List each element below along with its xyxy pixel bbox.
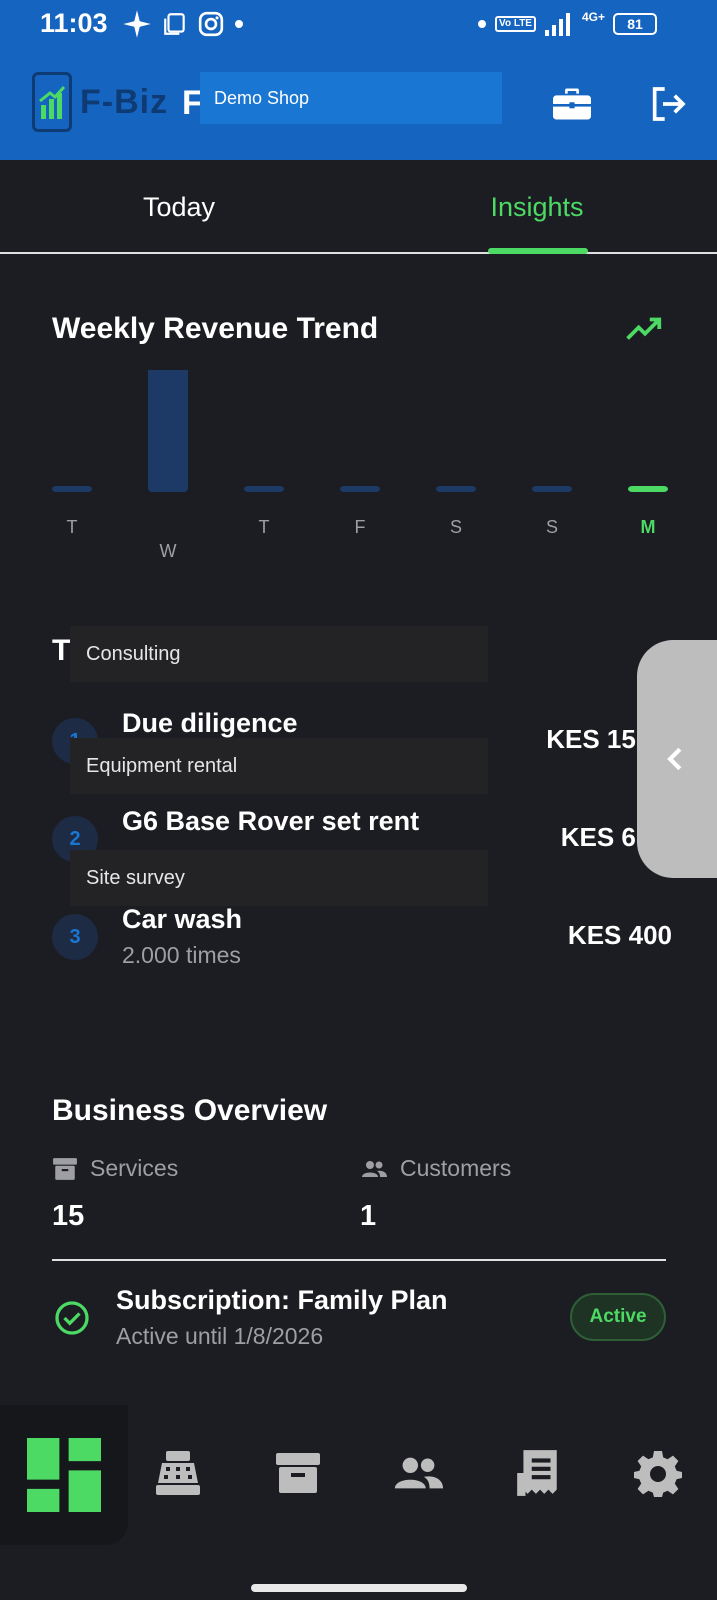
tab-today[interactable]: Today bbox=[0, 160, 358, 254]
instagram-icon bbox=[198, 11, 224, 37]
dropdown-option-consulting[interactable]: Consulting bbox=[70, 626, 488, 682]
subscription-expiry: Active until 1/8/2026 bbox=[116, 1323, 324, 1349]
sparkle-icon bbox=[123, 10, 151, 38]
service-name: Car wash bbox=[122, 904, 243, 934]
dot-icon bbox=[478, 20, 487, 28]
customers-count: 1 bbox=[360, 1200, 377, 1232]
chart-tick-label: W bbox=[160, 541, 177, 561]
chart-bar bbox=[532, 486, 572, 492]
nav-receipts[interactable] bbox=[506, 1441, 570, 1505]
chevron-left-icon bbox=[667, 747, 682, 771]
app-header: 11:03 Vo LTE 4G+ 81 F-Biz F Demo Shop bbox=[0, 0, 717, 160]
battery-icon: 81 bbox=[613, 13, 657, 35]
chart-tick-label: F bbox=[355, 517, 366, 537]
app-logo: F-Biz bbox=[32, 72, 168, 132]
top-services-title: T bbox=[52, 634, 71, 667]
people-icon bbox=[362, 1160, 387, 1177]
chart-bar bbox=[628, 486, 668, 492]
status-badge: Active bbox=[570, 1293, 666, 1341]
signal-icon bbox=[544, 13, 570, 36]
chart-bar bbox=[52, 486, 92, 492]
chart-tick-label: T bbox=[259, 517, 270, 537]
logout-button[interactable] bbox=[644, 80, 692, 128]
dot-icon bbox=[235, 20, 243, 28]
nav-settings[interactable] bbox=[626, 1441, 690, 1505]
briefcase-icon bbox=[553, 88, 591, 120]
services-label: Services bbox=[90, 1155, 179, 1181]
people-icon bbox=[394, 1457, 444, 1489]
chart-tick-label: S bbox=[450, 517, 462, 537]
service-amount: KES 400 bbox=[567, 920, 672, 950]
nav-dashboard[interactable] bbox=[0, 1405, 128, 1545]
service-name: G6 Base Rover set rent bbox=[122, 806, 420, 836]
nav-pos[interactable] bbox=[146, 1441, 210, 1505]
business-button[interactable] bbox=[548, 80, 596, 128]
shop-selector[interactable]: Demo Shop bbox=[200, 72, 502, 124]
chart-bar bbox=[244, 486, 284, 492]
bottom-nav bbox=[0, 1405, 717, 1555]
check-circle-icon bbox=[55, 1301, 89, 1335]
gear-icon bbox=[634, 1451, 682, 1497]
tab-indicator bbox=[488, 248, 588, 254]
services-count: 15 bbox=[52, 1200, 85, 1232]
chart-bar bbox=[436, 486, 476, 492]
dashboard-icon bbox=[27, 1438, 101, 1512]
service-count: 2.000 times bbox=[122, 942, 241, 968]
cash-register-icon bbox=[156, 1451, 200, 1495]
volte-badge: Vo LTE bbox=[495, 16, 536, 32]
dropdown-option-equipment-rental[interactable]: Equipment rental bbox=[70, 738, 488, 794]
copy-icon bbox=[164, 13, 185, 35]
customers-label: Customers bbox=[400, 1155, 512, 1181]
tab-bar: Today Insights bbox=[0, 160, 717, 254]
archive-icon bbox=[276, 1453, 320, 1493]
chart-bar bbox=[148, 370, 188, 492]
archive-icon bbox=[53, 1157, 77, 1180]
chart-tick-label: T bbox=[67, 517, 78, 537]
chart-tick-label: S bbox=[546, 517, 558, 537]
side-panel-handle[interactable] bbox=[637, 640, 717, 878]
divider bbox=[52, 1259, 666, 1261]
logout-icon bbox=[652, 87, 686, 121]
status-bar: 11:03 Vo LTE 4G+ 81 bbox=[0, 0, 717, 48]
home-indicator[interactable] bbox=[251, 1584, 467, 1592]
rank-badge: 3 bbox=[52, 914, 98, 960]
list-item[interactable]: 3 Car wash 2.000 times KES 400 bbox=[52, 904, 672, 974]
nav-services[interactable] bbox=[266, 1441, 330, 1505]
network-type: 4G+ bbox=[581, 10, 605, 24]
subscription-title: Subscription: Family Plan bbox=[116, 1285, 448, 1315]
revenue-title: Weekly Revenue Trend bbox=[52, 312, 379, 345]
logo-text: F-Biz bbox=[80, 82, 169, 121]
status-time: 11:03 bbox=[40, 8, 108, 38]
chart-bar bbox=[340, 486, 380, 492]
service-name: Due diligence bbox=[122, 708, 298, 738]
shop-name: Demo Shop bbox=[214, 87, 310, 108]
logo-phone-icon bbox=[32, 72, 72, 132]
overview-title: Business Overview bbox=[52, 1094, 328, 1127]
dropdown-option-site-survey[interactable]: Site survey bbox=[70, 850, 488, 906]
receipt-icon bbox=[517, 1450, 557, 1496]
chart-tick-label: M bbox=[641, 517, 656, 537]
tab-insights[interactable]: Insights bbox=[358, 160, 716, 254]
nav-customers[interactable] bbox=[386, 1441, 450, 1505]
trending-up-icon bbox=[626, 317, 662, 340]
revenue-chart: T W T F S S M bbox=[52, 370, 668, 561]
